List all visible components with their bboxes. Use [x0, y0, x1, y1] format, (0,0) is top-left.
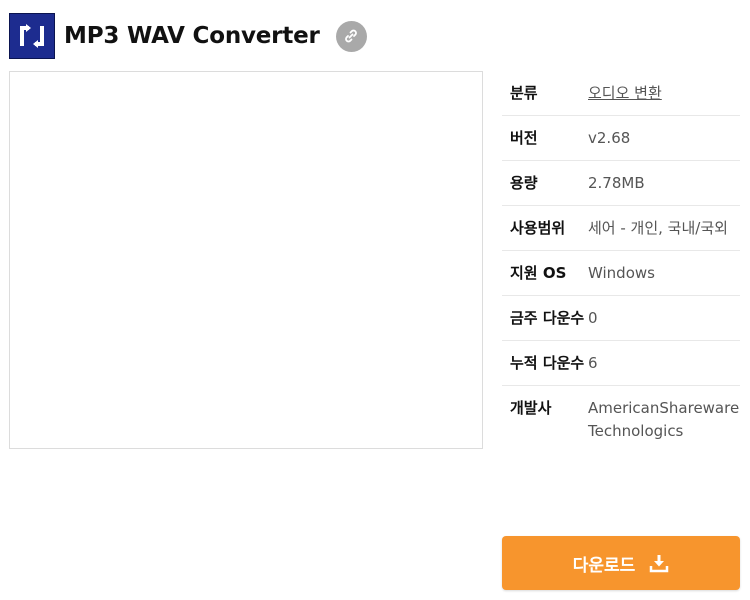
info-value: 6 — [588, 354, 598, 372]
category-link[interactable]: 오디오 변환 — [588, 84, 662, 102]
info-label: 지원 OS — [510, 264, 567, 282]
info-row-category: 분류 오디오 변환 — [502, 71, 740, 116]
app-logo-icon — [9, 13, 55, 59]
download-icon — [649, 553, 669, 573]
info-row-version: 버전 v2.68 — [502, 116, 740, 161]
info-value: 2.78MB — [588, 174, 645, 192]
info-value: 0 — [588, 309, 598, 327]
info-label: 누적 다운수 — [510, 354, 585, 372]
screenshot-placeholder — [9, 71, 483, 449]
page-title: MP3 WAV Converter — [64, 23, 320, 49]
info-row-license: 사용범위 세어 - 개인, 국내/국외 — [502, 206, 740, 251]
info-row-os: 지원 OS Windows — [502, 251, 740, 296]
info-value: AmericanShareware Technologics — [588, 399, 740, 440]
info-value: v2.68 — [588, 129, 631, 147]
info-row-total-downloads: 누적 다운수 6 — [502, 341, 740, 386]
info-label: 금주 다운수 — [510, 309, 585, 327]
copy-link-button[interactable] — [335, 20, 367, 52]
info-row-developer: 개발사 AmericanShareware Technologics — [502, 386, 740, 453]
info-table: 분류 오디오 변환 버전 v2.68 용량 2.78MB 사용범위 세어 - 개… — [502, 71, 740, 453]
info-value: Windows — [588, 264, 655, 282]
info-row-weekly-downloads: 금주 다운수 0 — [502, 296, 740, 341]
download-button[interactable]: 다운로드 — [502, 536, 740, 590]
link-icon — [345, 29, 358, 43]
info-label: 개발사 — [510, 399, 552, 417]
info-value: 세어 - 개인, 국내/국외 — [588, 219, 728, 237]
info-label: 용량 — [510, 174, 538, 192]
info-label: 사용범위 — [510, 219, 566, 237]
info-label: 분류 — [510, 84, 538, 102]
info-value: 오디오 변환 — [588, 82, 740, 105]
app-header: MP3 WAV Converter — [9, 13, 367, 59]
info-label: 버전 — [510, 129, 538, 147]
info-row-size: 용량 2.78MB — [502, 161, 740, 206]
download-label: 다운로드 — [572, 555, 636, 576]
